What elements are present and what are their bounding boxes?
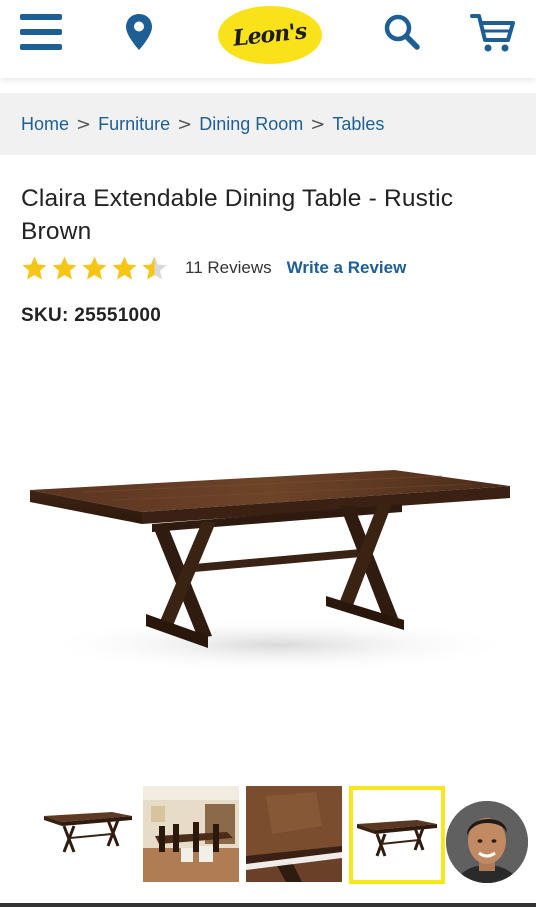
product-main-image[interactable] xyxy=(22,440,522,680)
write-review-link[interactable]: Write a Review xyxy=(287,258,407,278)
star-icon xyxy=(112,256,137,279)
breadcrumb-separator: > xyxy=(177,113,193,135)
product-sku: SKU: 25551000 xyxy=(21,305,162,326)
site-header: Leon's xyxy=(0,0,536,78)
breadcrumb: Home > Furniture > Dining Room > Tables xyxy=(0,93,536,155)
breadcrumb-home[interactable]: Home xyxy=(21,114,69,135)
breadcrumb-dining-room[interactable]: Dining Room xyxy=(199,114,303,135)
star-icon xyxy=(22,256,47,279)
logo-text: Leon's xyxy=(232,18,308,52)
product-title: Claira Extendable Dining Table - Rustic … xyxy=(21,185,454,245)
chat-avatar[interactable] xyxy=(446,801,528,883)
reviews-count[interactable]: 11 Reviews xyxy=(185,258,272,278)
star-icon xyxy=(52,256,77,279)
breadcrumb-tables[interactable]: Tables xyxy=(332,114,384,135)
breadcrumb-furniture[interactable]: Furniture xyxy=(98,114,170,135)
thumbnail-table-front[interactable] xyxy=(40,786,136,882)
star-rating[interactable] xyxy=(21,255,171,282)
thumbnail-dining-room-scene[interactable] xyxy=(143,786,239,882)
breadcrumb-separator: > xyxy=(310,113,326,135)
thumbnail-table-angle[interactable] xyxy=(349,786,445,884)
star-icon xyxy=(82,256,107,279)
breadcrumb-separator: > xyxy=(76,113,92,135)
location-icon[interactable] xyxy=(124,12,154,52)
thumbnail-table-top-closeup[interactable] xyxy=(246,786,342,882)
menu-icon[interactable] xyxy=(20,14,64,50)
bottom-edge xyxy=(0,903,536,907)
search-icon[interactable] xyxy=(382,12,422,52)
thumbnail-gallery xyxy=(40,786,452,884)
cart-icon[interactable] xyxy=(470,12,516,54)
star-icon xyxy=(142,256,167,279)
leons-logo[interactable]: Leon's xyxy=(218,6,322,64)
product-rating: 11 Reviews Write a Review xyxy=(21,253,406,283)
